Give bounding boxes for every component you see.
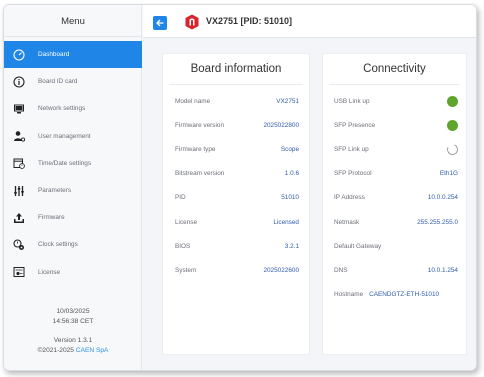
connectivity-row: DNS 10.0.1.254 <box>323 258 466 282</box>
upload-tray-icon <box>4 212 34 224</box>
sidebar-item-label: Network settings <box>38 105 86 113</box>
dashboard-icon <box>4 49 34 61</box>
row-key: Bitstream version <box>175 170 225 178</box>
calendar-clock-icon <box>4 157 34 170</box>
card-divider <box>169 84 303 85</box>
user-gear-icon <box>4 130 34 142</box>
current-time: 14:56:38 CET <box>52 317 94 325</box>
row-value: 3.2.1 <box>284 242 299 250</box>
row-value: 51010 <box>281 194 299 202</box>
row-key: DNS <box>334 266 348 274</box>
row-key: SFP Presence <box>334 121 376 129</box>
info-row: Model name VX2751 <box>163 89 309 113</box>
sidebar-item-label: Clock settings <box>38 241 78 249</box>
row-value: 2025022600 <box>263 266 299 274</box>
sidebar-item-clock-settings[interactable]: Clock settings <box>4 231 142 258</box>
connectivity-row: SFP Presence <box>323 113 466 137</box>
row-key: SFP Link up <box>334 145 369 153</box>
row-value: Eth1G <box>439 170 458 178</box>
status-on-indicator <box>447 119 458 131</box>
row-key: SFP Protocol <box>334 170 372 178</box>
row-key: PID <box>175 194 186 202</box>
menu-title: Menu <box>61 16 85 27</box>
row-value: VX2751 <box>276 97 299 105</box>
info-row: System 2025022600 <box>163 258 309 282</box>
sidebar-item-label: User management <box>38 132 91 140</box>
row-key: Hostname <box>334 291 364 299</box>
row-key: BIOS <box>175 242 191 250</box>
row-value: 1.0.6 <box>284 170 299 178</box>
connectivity-row: SFP Link up <box>323 137 466 161</box>
app-window: Menu Dashboard Board ID card Network set… <box>3 4 477 371</box>
monitor-icon <box>4 103 34 115</box>
row-key: License <box>175 218 198 226</box>
info-row: License Licensed <box>163 210 309 234</box>
sidebar-item-user-management[interactable]: User management <box>4 123 142 150</box>
board-information-card: Board information Model name VX2751 Firmw… <box>162 53 310 355</box>
connectivity-row: Default Gateway <box>323 234 466 258</box>
connectivity-card: Connectivity USB Link up SFP Presence SF… <box>322 53 467 355</box>
row-value: 10.0.1.254 <box>427 266 458 274</box>
info-row: PID 51010 <box>163 186 309 210</box>
row-value: 2025022800 <box>263 121 299 129</box>
license-icon <box>4 266 34 278</box>
sidebar-item-label: License <box>38 268 61 276</box>
row-value: 255.255.255.0 <box>417 218 458 226</box>
card-title: Board information <box>190 63 282 75</box>
card-title: Connectivity <box>363 63 426 75</box>
sidebar-nav: Dashboard Board ID card Network settings… <box>4 41 142 286</box>
clock-settings-icon <box>4 239 34 251</box>
connectivity-row: Netmask 255.255.255.0 <box>323 210 466 234</box>
arrow-left-icon <box>156 19 164 27</box>
row-value: CAENDGTZ-ETH-51010 <box>369 291 440 299</box>
sidebar-item-label: Parameters <box>38 187 72 195</box>
sidebar-item-network-settings[interactable]: Network settings <box>4 95 142 122</box>
row-key: Netmask <box>334 218 360 226</box>
connectivity-row: USB Link up <box>323 89 466 113</box>
info-row: Firmware version 2025022800 <box>163 113 309 137</box>
connectivity-row: Hostname CAENDGTZ-ETH-51010 <box>323 283 466 307</box>
row-key: IP Address <box>334 194 365 202</box>
caen-logo-icon <box>185 14 199 30</box>
back-button[interactable] <box>153 16 167 30</box>
status-off-indicator <box>445 142 460 157</box>
sidebar-item-dashboard[interactable]: Dashboard <box>4 41 142 69</box>
row-key: Default Gateway <box>334 242 382 250</box>
row-key: USB Link up <box>334 97 370 105</box>
sidebar-item-firmware[interactable]: Firmware <box>4 204 142 231</box>
row-key: Model name <box>175 97 211 105</box>
connectivity-row: SFP Protocol Eth1G <box>323 162 466 186</box>
row-value: 10.0.0.254 <box>427 194 458 202</box>
header-bar: VX2751 [PID: 51010] <box>143 5 476 38</box>
row-value: Scope <box>280 145 299 153</box>
sidebar-item-label: Firmware <box>38 214 65 222</box>
page-title: VX2751 [PID: 51010] <box>206 16 293 26</box>
sidebar-item-board-id-card[interactable]: Board ID card <box>4 68 142 95</box>
row-key: Firmware type <box>175 145 216 153</box>
sidebar: Menu Dashboard Board ID card Network set… <box>4 5 142 370</box>
status-on-indicator <box>447 95 458 107</box>
brand-link[interactable]: CAEN SpA <box>76 347 109 354</box>
menu-divider <box>4 36 142 37</box>
row-key: Firmware version <box>175 121 225 129</box>
sidebar-item-label: Time/Date settings <box>38 159 92 167</box>
sidebar-item-time-date-settings[interactable]: Time/Date settings <box>4 150 142 177</box>
row-key: System <box>175 266 197 274</box>
connectivity-row: IP Address 10.0.0.254 <box>323 186 466 210</box>
sidebar-item-parameters[interactable]: Parameters <box>4 177 142 204</box>
sidebar-item-license[interactable]: License <box>4 259 142 286</box>
info-row: Firmware type Scope <box>163 137 309 161</box>
copyright-text: ©2021-2025 <box>37 346 76 354</box>
info-row: Bitstream version 1.0.6 <box>163 162 309 186</box>
sliders-icon <box>4 185 34 197</box>
info-icon <box>4 76 34 88</box>
current-date: 10/03/2025 <box>56 308 90 315</box>
sidebar-item-label: Dashboard <box>38 51 70 59</box>
version-text: Version 1.3.1 <box>53 337 93 344</box>
card-divider <box>329 84 460 85</box>
sidebar-item-label: Board ID card <box>38 78 78 86</box>
row-value: Licensed <box>273 218 299 226</box>
info-row: BIOS 3.2.1 <box>163 234 309 258</box>
sidebar-footer: 10/03/2025 14:56:38 CET Version 1.3.1 ©2… <box>4 307 142 355</box>
